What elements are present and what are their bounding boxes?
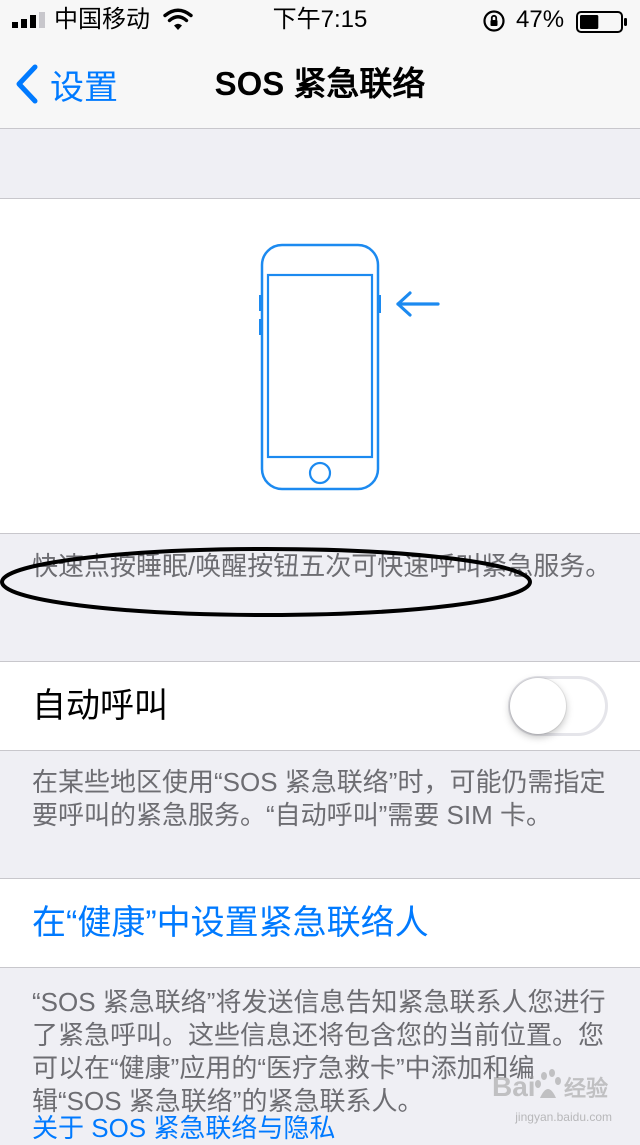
auto-call-row: 自动呼叫 (0, 661, 640, 751)
baidu-watermark: Bai 经验 jingyan.baidu.com (488, 1062, 612, 1128)
privacy-link[interactable]: 关于 SOS 紧急联络与隐私 (32, 1112, 335, 1145)
battery-percent: 47% (516, 6, 565, 33)
arrow-left-icon (396, 291, 440, 317)
phone-side-button-icon (259, 243, 440, 491)
svg-text:经验: 经验 (564, 1076, 608, 1102)
orientation-lock-icon (483, 10, 505, 32)
page-title: SOS 紧急联络 (214, 65, 426, 102)
svg-text:Bai: Bai (492, 1071, 536, 1102)
annotation-ellipse (0, 547, 532, 617)
health-contacts-link[interactable]: 在“健康”中设置紧急联络人 (0, 878, 640, 968)
watermark-url: jingyan.baidu.com (515, 1110, 612, 1124)
auto-call-note: 在某些地区使用“SOS 紧急联络”时，可能仍需指定要呼叫的紧急服务。“自动呼叫”… (32, 767, 606, 830)
battery-icon (576, 11, 627, 33)
auto-call-toggle[interactable] (508, 676, 608, 736)
illustration-card (0, 198, 640, 534)
baidu-logo-icon: Bai 经验 (492, 1069, 608, 1102)
navigation-bar: 设置 SOS 紧急联络 (0, 40, 640, 129)
health-contacts-label: 在“健康”中设置紧急联络人 (32, 904, 429, 942)
toggle-knob (510, 678, 566, 734)
auto-call-label: 自动呼叫 (32, 687, 168, 725)
status-bar: 中国移动 下午7:15 47% (0, 0, 640, 40)
